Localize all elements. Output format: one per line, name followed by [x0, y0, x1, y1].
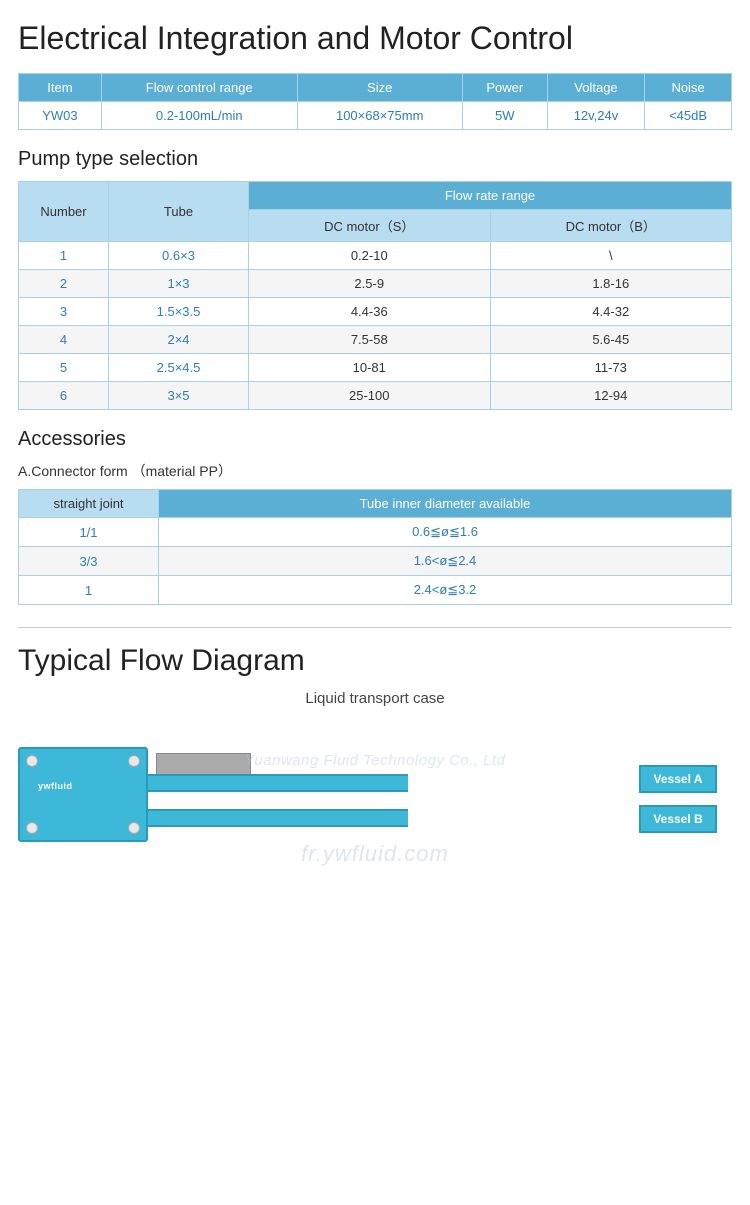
accessories-title: Accessories: [18, 428, 732, 451]
watermark-url: fr.ywfluid.com: [301, 841, 449, 867]
row1-item: YW03: [19, 102, 102, 130]
pump-logo: ywfluid: [38, 781, 73, 791]
tube-upper: [148, 774, 408, 792]
flow-diagram-area: ywfluid Vessel A Vessel B Yuanwang Fluid…: [18, 717, 732, 877]
connector-subtitle: A.Connector form （material PP）: [18, 461, 732, 481]
page-container: Electrical Integration and Motor Control…: [0, 0, 750, 897]
screw-bl: [26, 822, 38, 834]
row1-flow: 0.2-100mL/min: [101, 102, 297, 130]
col-dc-b: DC motor（B）: [490, 210, 732, 242]
col-tube-diameter: Tube inner diameter available: [159, 490, 732, 518]
col-flow-rate-range: Flow rate range: [249, 182, 732, 210]
pump-row: 10.6×30.2-10\: [19, 242, 732, 270]
col-item: Item: [19, 74, 102, 102]
connector-row: 3/31.6<ø≦2.4: [19, 547, 732, 576]
col-dc-s: DC motor（S）: [249, 210, 491, 242]
screw-tl: [26, 755, 38, 767]
section-divider: [18, 627, 732, 628]
col-number: Number: [19, 182, 109, 242]
col-tube: Tube: [109, 182, 249, 242]
watermark-company: Yuanwang Fluid Technology Co., Ltd: [244, 752, 505, 769]
col-straight-joint: straight joint: [19, 490, 159, 518]
pump-section-title: Pump type selection: [18, 148, 732, 171]
electrical-table: Item Flow control range Size Power Volta…: [18, 73, 732, 130]
tube-lower: [148, 809, 408, 827]
col-voltage: Voltage: [547, 74, 644, 102]
col-size: Size: [297, 74, 462, 102]
pump-row: 63×525-10012-94: [19, 382, 732, 410]
pump-table: Number Tube Flow rate range DC motor（S） …: [18, 181, 732, 410]
connector-table: straight joint Tube inner diameter avail…: [18, 489, 732, 605]
pump-body: ywfluid: [18, 747, 148, 842]
row1-size: 100×68×75mm: [297, 102, 462, 130]
main-title: Electrical Integration and Motor Control: [18, 20, 732, 57]
row1-voltage: 12v,24v: [547, 102, 644, 130]
col-noise: Noise: [645, 74, 732, 102]
vessel-a: Vessel A: [639, 765, 717, 793]
pump-row: 31.5×3.54.4-364.4-32: [19, 298, 732, 326]
connector-row: 1/10.6≦ø≦1.6: [19, 518, 732, 547]
col-power: Power: [462, 74, 547, 102]
vessel-b: Vessel B: [639, 805, 717, 833]
screw-br: [128, 822, 140, 834]
connector-row: 12.4<ø≦3.2: [19, 576, 732, 605]
flow-diagram-title: Typical Flow Diagram: [18, 644, 732, 678]
pump-row: 52.5×4.510-8111-73: [19, 354, 732, 382]
row1-noise: <45dB: [645, 102, 732, 130]
screw-tr: [128, 755, 140, 767]
col-flow-control: Flow control range: [101, 74, 297, 102]
row1-power: 5W: [462, 102, 547, 130]
pump-row: 42×47.5-585.6-45: [19, 326, 732, 354]
pump-row: 21×32.5-91.8-16: [19, 270, 732, 298]
flow-subtitle: Liquid transport case: [18, 690, 732, 707]
